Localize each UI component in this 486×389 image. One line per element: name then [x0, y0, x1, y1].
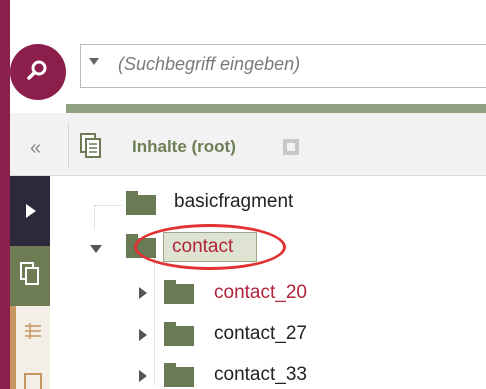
folder-icon: [164, 280, 194, 304]
chevron-down-icon[interactable]: [90, 245, 102, 253]
lock-icon[interactable]: [283, 139, 299, 155]
chevron-right-icon[interactable]: [139, 329, 147, 341]
play-icon[interactable]: [26, 204, 36, 218]
annotation-circle: [134, 224, 286, 270]
tree-connector: [94, 205, 95, 229]
tree-item-label[interactable]: contact_33: [214, 364, 307, 386]
divider: [66, 104, 486, 113]
search-placeholder[interactable]: (Suchbegriff eingeben): [118, 54, 300, 75]
chevron-right-icon[interactable]: [139, 287, 147, 299]
document-stack-icon: [80, 133, 101, 158]
tree-item-label[interactable]: contact_27: [214, 323, 307, 345]
media-icon[interactable]: [24, 373, 42, 389]
tree-item-label[interactable]: basicfragment: [174, 191, 293, 213]
tree-connector: [94, 205, 122, 206]
folder-icon: [164, 363, 194, 387]
folder-icon: [126, 191, 156, 215]
chevron-right-icon[interactable]: [139, 370, 147, 382]
page-title[interactable]: Inhalte (root): [132, 137, 236, 157]
table-icon[interactable]: [24, 322, 42, 340]
pages-icon[interactable]: [20, 262, 40, 286]
tree-item-label[interactable]: contact_20: [214, 282, 307, 304]
breadcrumb-separator: [68, 124, 69, 168]
folder-icon: [164, 322, 194, 346]
search-icon[interactable]: [24, 58, 50, 84]
double-chevron-left-icon[interactable]: «: [30, 138, 41, 158]
brand-bar: [0, 0, 10, 389]
chevron-down-icon[interactable]: [89, 58, 99, 65]
tree-connector: [154, 258, 155, 386]
